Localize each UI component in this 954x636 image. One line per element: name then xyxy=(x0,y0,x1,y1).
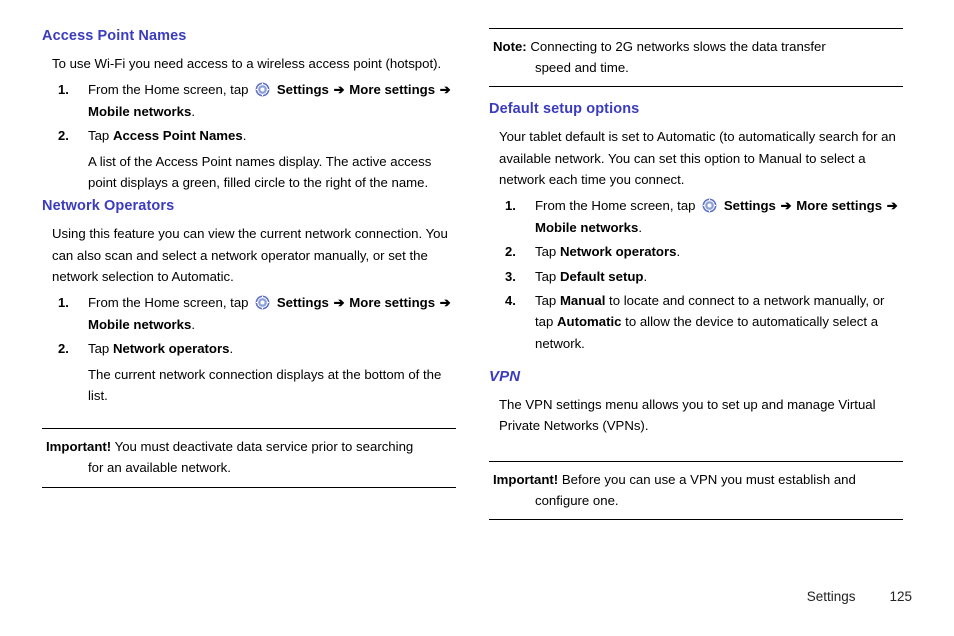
step-period: . xyxy=(191,103,195,119)
important-note-left: Important! You must deactivate data serv… xyxy=(42,428,456,488)
step-period: . xyxy=(643,268,648,284)
settings-gear-icon xyxy=(255,82,270,97)
step-subtext-access-point: A list of the Access Point names display… xyxy=(88,153,432,190)
step-period: . xyxy=(242,128,247,144)
note-body-text: Connecting to 2G networks slows the data… xyxy=(530,39,826,54)
step-period: . xyxy=(676,244,681,260)
list-item: 2. Tap Network operators. xyxy=(52,338,456,359)
arrow-icon: ➔ xyxy=(439,295,451,311)
note-label: Note: xyxy=(493,39,527,54)
heading-access-point-names: Access Point Names xyxy=(42,28,187,44)
list-item: 3. Tap Default setup. xyxy=(499,266,903,287)
list-item: 2. Tap Access Point Names. xyxy=(52,125,456,146)
step-number: 4. xyxy=(505,292,516,308)
note-block-2g: Note: Connecting to 2G networks slows th… xyxy=(489,28,903,88)
paragraph-default-setup-intro: Your tablet default is set to Automatic … xyxy=(499,129,896,187)
step-bold-network-operators: Network operators xyxy=(112,341,230,357)
divider xyxy=(489,86,903,88)
list-item: 4. Tap Manual to locate and connect to a… xyxy=(499,290,903,354)
heading-vpn: VPN xyxy=(489,368,521,385)
step-period: . xyxy=(229,341,234,357)
important-note-right: Important! Before you can use a VPN you … xyxy=(489,460,903,520)
page-footer: Settings 125 xyxy=(807,589,912,604)
step-text-pre: From the Home screen, tap xyxy=(535,198,696,214)
step-text-pre: From the Home screen, tap xyxy=(88,295,249,311)
step-bold-settings: Settings xyxy=(723,198,776,214)
divider xyxy=(42,486,456,488)
note-body-cont: speed and time. xyxy=(535,60,629,76)
note-text: Note: Connecting to 2G networks slows th… xyxy=(489,29,903,86)
step-bold-mobile-networks: Mobile networks xyxy=(88,103,192,119)
step-number: 1. xyxy=(58,295,69,311)
manual-page: Access Point Names To use Wi-Fi you need… xyxy=(0,0,954,636)
step-text-pre: Tap xyxy=(535,292,557,308)
note-label: Important! xyxy=(493,471,559,487)
arrow-icon: ➔ xyxy=(439,82,451,98)
step-subtext-network-operators: The current network connection displays … xyxy=(88,366,442,403)
step-bold-more-settings: More settings xyxy=(349,295,436,311)
step-bold-default-setup: Default setup xyxy=(559,268,644,284)
list-item: 1. From the Home screen, tap Settings ➔ … xyxy=(52,79,456,122)
step-text-pre: Tap xyxy=(535,268,557,284)
steps-access-point-names: 1. From the Home screen, tap Settings ➔ … xyxy=(42,79,456,146)
arrow-icon: ➔ xyxy=(333,82,345,98)
note-body-cont: for an available network. xyxy=(88,460,231,476)
step-number: 3. xyxy=(505,268,516,284)
step-bold-automatic: Automatic xyxy=(557,314,622,330)
step-text-pre: Tap xyxy=(535,244,557,260)
footer-section-label: Settings xyxy=(806,589,856,604)
arrow-icon: ➔ xyxy=(780,198,792,214)
step-text-pre: Tap xyxy=(88,341,110,357)
step-bold-access-point-names: Access Point Names xyxy=(112,128,243,144)
divider xyxy=(489,519,903,520)
arrow-icon: ➔ xyxy=(886,198,898,214)
settings-gear-icon xyxy=(255,295,270,310)
note-text: Important! Before you can use a VPN you … xyxy=(489,462,903,519)
heading-network-operators: Network Operators xyxy=(42,198,175,215)
heading-default-setup-options: Default setup options xyxy=(489,101,640,118)
right-column: Note: Connecting to 2G networks slows th… xyxy=(489,28,903,526)
step-text-pre: From the Home screen, tap xyxy=(88,82,249,98)
steps-network-operators: 1. From the Home screen, tap Settings ➔ … xyxy=(42,292,456,359)
step-number: 2. xyxy=(505,244,516,260)
step-bold-manual: Manual xyxy=(559,292,606,308)
paragraph-access-point-intro: To use Wi-Fi you need access to a wirele… xyxy=(52,56,442,71)
step-number: 1. xyxy=(505,198,516,214)
note-label: Important! xyxy=(46,439,112,455)
step-number: 1. xyxy=(58,82,69,98)
note-body-text: Before you can use a VPN you must establ… xyxy=(561,471,856,487)
step-number: 2. xyxy=(58,341,69,357)
footer-page-number: 125 xyxy=(889,589,912,604)
step-bold-settings: Settings xyxy=(276,295,329,311)
list-item: 1. From the Home screen, tap Settings ➔ … xyxy=(52,292,456,335)
step-text-pre: Tap xyxy=(88,128,110,144)
step-bold-mobile-networks: Mobile networks xyxy=(535,219,639,235)
step-bold-more-settings: More settings xyxy=(349,82,436,98)
step-bold-mobile-networks: Mobile networks xyxy=(88,316,192,332)
step-bold-more-settings: More settings xyxy=(796,198,883,214)
note-body-text: You must deactivate data service prior t… xyxy=(114,439,414,455)
arrow-icon: ➔ xyxy=(333,295,345,311)
paragraph-network-operators-intro: Using this feature you can view the curr… xyxy=(52,226,448,284)
left-column: Access Point Names To use Wi-Fi you need… xyxy=(42,28,456,494)
step-period: . xyxy=(638,219,642,235)
note-text: Important! You must deactivate data serv… xyxy=(42,429,456,486)
note-body-cont: configure one. xyxy=(535,492,619,508)
step-number: 2. xyxy=(58,128,69,144)
step-bold-settings: Settings xyxy=(276,82,329,98)
paragraph-vpn-intro: The VPN settings menu allows you to set … xyxy=(499,397,876,434)
list-item: 2. Tap Network operators. xyxy=(499,241,903,262)
step-bold-network-operators: Network operators xyxy=(559,244,677,260)
settings-gear-icon xyxy=(702,198,717,213)
steps-default-setup: 1. From the Home screen, tap Settings ➔ … xyxy=(489,195,903,354)
list-item: 1. From the Home screen, tap Settings ➔ … xyxy=(499,195,903,238)
step-period: . xyxy=(191,316,195,332)
